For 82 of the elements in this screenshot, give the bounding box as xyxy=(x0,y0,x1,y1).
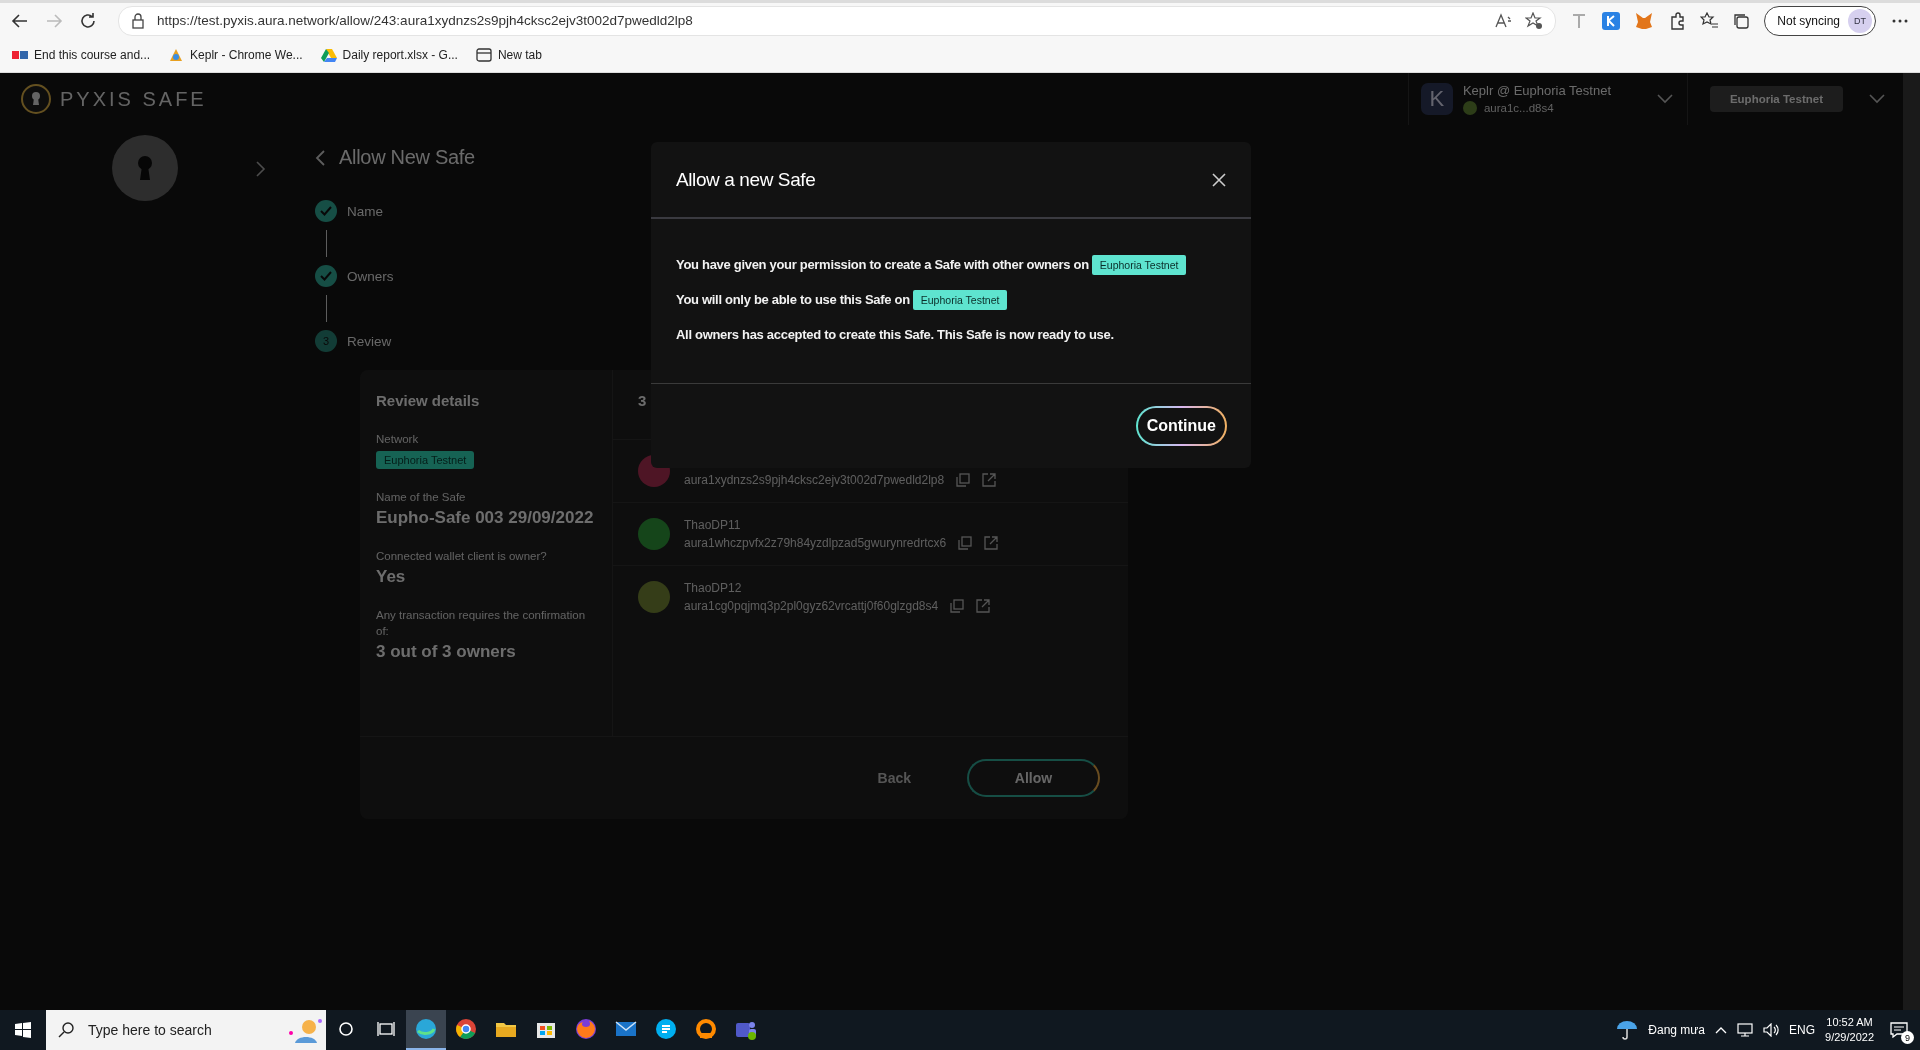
chat-icon xyxy=(654,1017,678,1041)
search-icon xyxy=(58,1022,74,1038)
volume-icon[interactable] xyxy=(1763,1023,1780,1037)
umbrella-icon xyxy=(1616,1019,1639,1041)
bookmark[interactable]: Keplr - Chrome We... xyxy=(168,47,303,63)
clock[interactable]: 10:52 AM 9/29/2022 xyxy=(1825,1015,1874,1045)
section-heading: Review details xyxy=(376,392,481,409)
chevron-up-icon[interactable] xyxy=(1715,1026,1728,1034)
tab-icon xyxy=(475,48,492,62)
owner-name: ThaoDP11 xyxy=(684,518,742,532)
windows-icon xyxy=(15,1022,31,1038)
close-button[interactable] xyxy=(1212,172,1226,187)
field-value: Eupho-Safe 003 29/09/2022 xyxy=(376,508,595,528)
page-title: Allow New Safe xyxy=(339,146,475,169)
drive-icon xyxy=(320,48,337,62)
notification-count: 9 xyxy=(1901,1031,1914,1044)
owner-avatar xyxy=(638,518,670,550)
lock-icon xyxy=(131,12,145,29)
field-label: Name of the Safe xyxy=(376,490,467,505)
bookmark-icon xyxy=(168,47,185,63)
wallet-icon: K xyxy=(1420,83,1453,115)
owner-address: aura1whczpvfx2z79h84yzdlpzad5gwurynredrtcx6 xyxy=(684,536,947,550)
network-tag: Euphoria Testnet xyxy=(912,289,1008,310)
circle-icon xyxy=(338,1021,354,1037)
step-label: Name xyxy=(347,203,383,219)
external-link-icon[interactable] xyxy=(984,536,999,550)
bookmark-icon xyxy=(12,49,28,61)
field-label: Network xyxy=(376,432,420,447)
network-tag: Euphoria Testnet xyxy=(1091,254,1187,275)
field-label: Any transaction requires the confirmation of: xyxy=(376,608,587,639)
address-bar[interactable]: https://test.pyxis.aura.network/allow/243:aura1xydnzs2s9pjh4cksc2ejv3t002d7pwedld2lp8 xyxy=(118,5,1557,36)
favorites-list-icon[interactable] xyxy=(1700,11,1719,30)
close-icon xyxy=(1212,172,1226,187)
owner-address: aura1cg0pqjmq3p2pl0gyz62vrcattj0f60glzgd8s4 xyxy=(684,599,939,613)
browser-icon xyxy=(454,1017,478,1041)
owner-address: aura1xydnzs2s9pjh4cksc2ejv3t002d7pwedld2lp8 xyxy=(684,473,945,487)
dialog-text: You will only be able to use this Safe on xyxy=(676,292,910,307)
k-extension-icon[interactable] xyxy=(1602,11,1621,30)
url-text: https://test.pyxis.aura.network/allow/243:aura1xydnzs2s9pjh4cksc2ejv3t002d7pwedld2lp8 xyxy=(157,13,694,28)
external-link-icon[interactable] xyxy=(982,473,997,487)
field-label: Connected wallet client is owner? xyxy=(376,549,548,564)
scrollbar[interactable] xyxy=(1903,73,1920,1010)
field-value: Yes xyxy=(376,567,407,587)
chevron-down-icon[interactable] xyxy=(1869,94,1885,104)
step-label: Owners xyxy=(347,268,394,284)
taskbar-search[interactable]: Type here to search xyxy=(46,1010,326,1050)
step-label: Review xyxy=(347,333,392,349)
owner-name: ThaoDP12 xyxy=(684,581,743,595)
field-value: 3 out of 3 owners xyxy=(376,642,517,662)
reload-icon[interactable] xyxy=(78,10,98,31)
bookmark[interactable]: Daily report.xlsx - G... xyxy=(320,48,458,62)
bookmark[interactable]: End this course and... xyxy=(12,48,151,62)
extensions-icon[interactable] xyxy=(1668,11,1687,30)
weather-text: Đang mưa xyxy=(1648,1023,1706,1037)
bookmark[interactable]: New tab xyxy=(475,48,542,62)
chevron-down-icon[interactable] xyxy=(1656,94,1673,104)
notification-button[interactable]: 9 xyxy=(1884,1015,1914,1045)
dialog-title: Allow a new Safe xyxy=(676,168,816,191)
external-link-icon[interactable] xyxy=(976,599,991,613)
task-view-icon xyxy=(377,1021,395,1037)
dialog-text: You have given your permission to create a Safe with other owners on xyxy=(676,257,1089,272)
globe-icon xyxy=(414,1017,438,1041)
collections-icon[interactable] xyxy=(1732,11,1751,30)
read-aloud-icon[interactable] xyxy=(1495,12,1514,29)
logo-text: PYXIS SAFE xyxy=(60,87,207,111)
dialog-text: All owners has accepted to create this Safe. This Safe is now ready to use. xyxy=(676,327,1114,342)
fox-extension-icon[interactable] xyxy=(1634,11,1655,30)
profile-button[interactable]: Not syncing DT xyxy=(1764,5,1876,36)
favorite-icon[interactable] xyxy=(1525,11,1544,30)
keyhole-logo-icon xyxy=(20,83,52,115)
language-indicator[interactable]: ENG xyxy=(1789,1023,1816,1037)
continue-button[interactable]: Continue xyxy=(1135,406,1227,446)
taskbar-app[interactable] xyxy=(406,1010,446,1050)
network-tag: Euphoria Testnet xyxy=(376,451,475,469)
owner-avatar xyxy=(638,581,670,613)
network-icon[interactable] xyxy=(1737,1023,1754,1037)
ring-icon xyxy=(694,1017,718,1041)
wallet-address: aura1c...d8s4 xyxy=(1483,102,1554,114)
wallet-name: Keplr @ Euphoria Testnet xyxy=(1462,83,1612,98)
avatar-icon xyxy=(1462,101,1477,115)
keyhole-icon xyxy=(135,154,155,182)
owners-count: 3 xyxy=(638,392,647,409)
